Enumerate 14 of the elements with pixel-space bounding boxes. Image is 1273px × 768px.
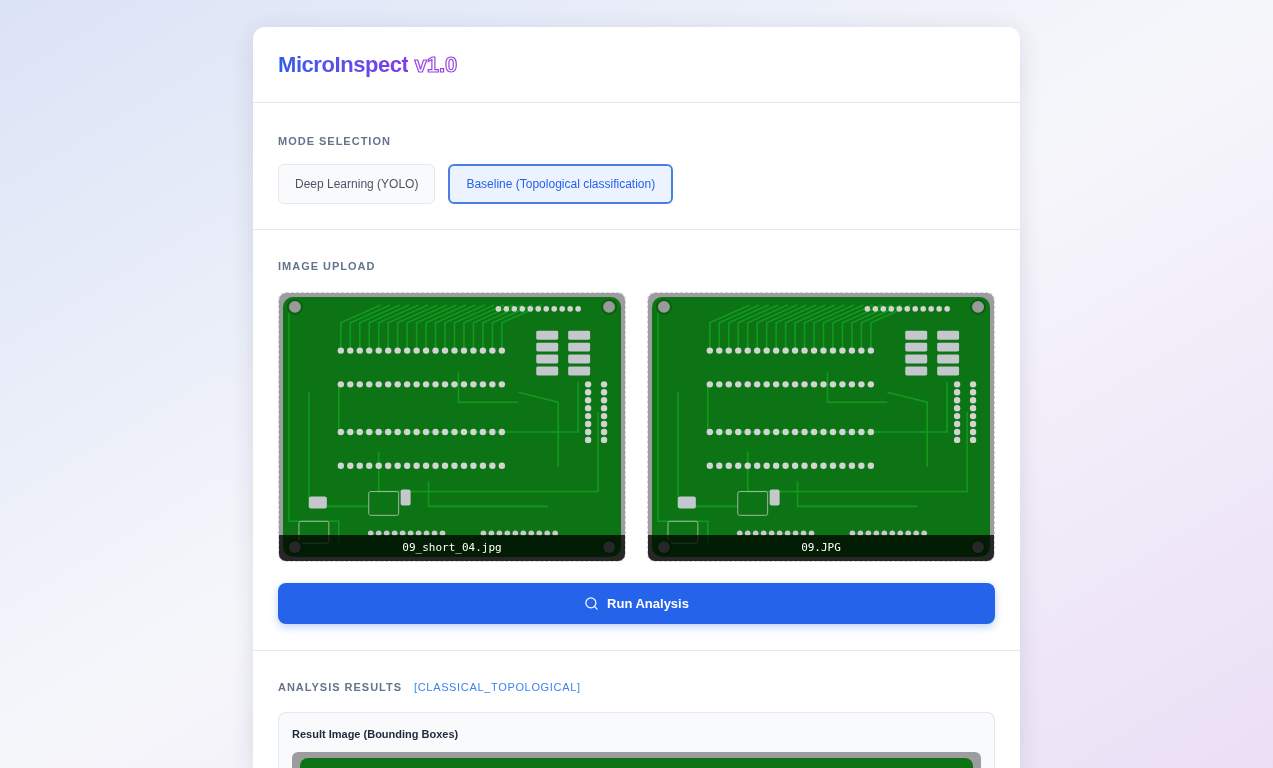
mode-option-button[interactable]: Deep Learning (YOLO) (278, 164, 436, 204)
run-analysis-button[interactable]: Run Analysis (278, 583, 995, 624)
section-label: IMAGE UPLOAD (278, 259, 376, 274)
uploaded-image-tile[interactable]: 09_short_04.jpg (278, 292, 626, 562)
search-icon (584, 596, 600, 611)
section-label: MODE SELECTION (278, 134, 391, 149)
method-tag: [CLASSICAL_TOPOLOGICAL] (414, 679, 581, 695)
version-label: v1.0 (414, 50, 458, 79)
mode-option-button[interactable]: Baseline (Topological classification) (448, 164, 674, 204)
result-card-title: Result Image (Bounding Boxes) (292, 727, 460, 741)
filename-caption: 09_short_04.jpg (279, 535, 625, 561)
uploaded-image-tile[interactable]: 09.JPG (647, 292, 995, 562)
filename-caption: 09.JPG (648, 535, 994, 561)
section-label: ANALYSIS RESULTS (278, 680, 403, 695)
